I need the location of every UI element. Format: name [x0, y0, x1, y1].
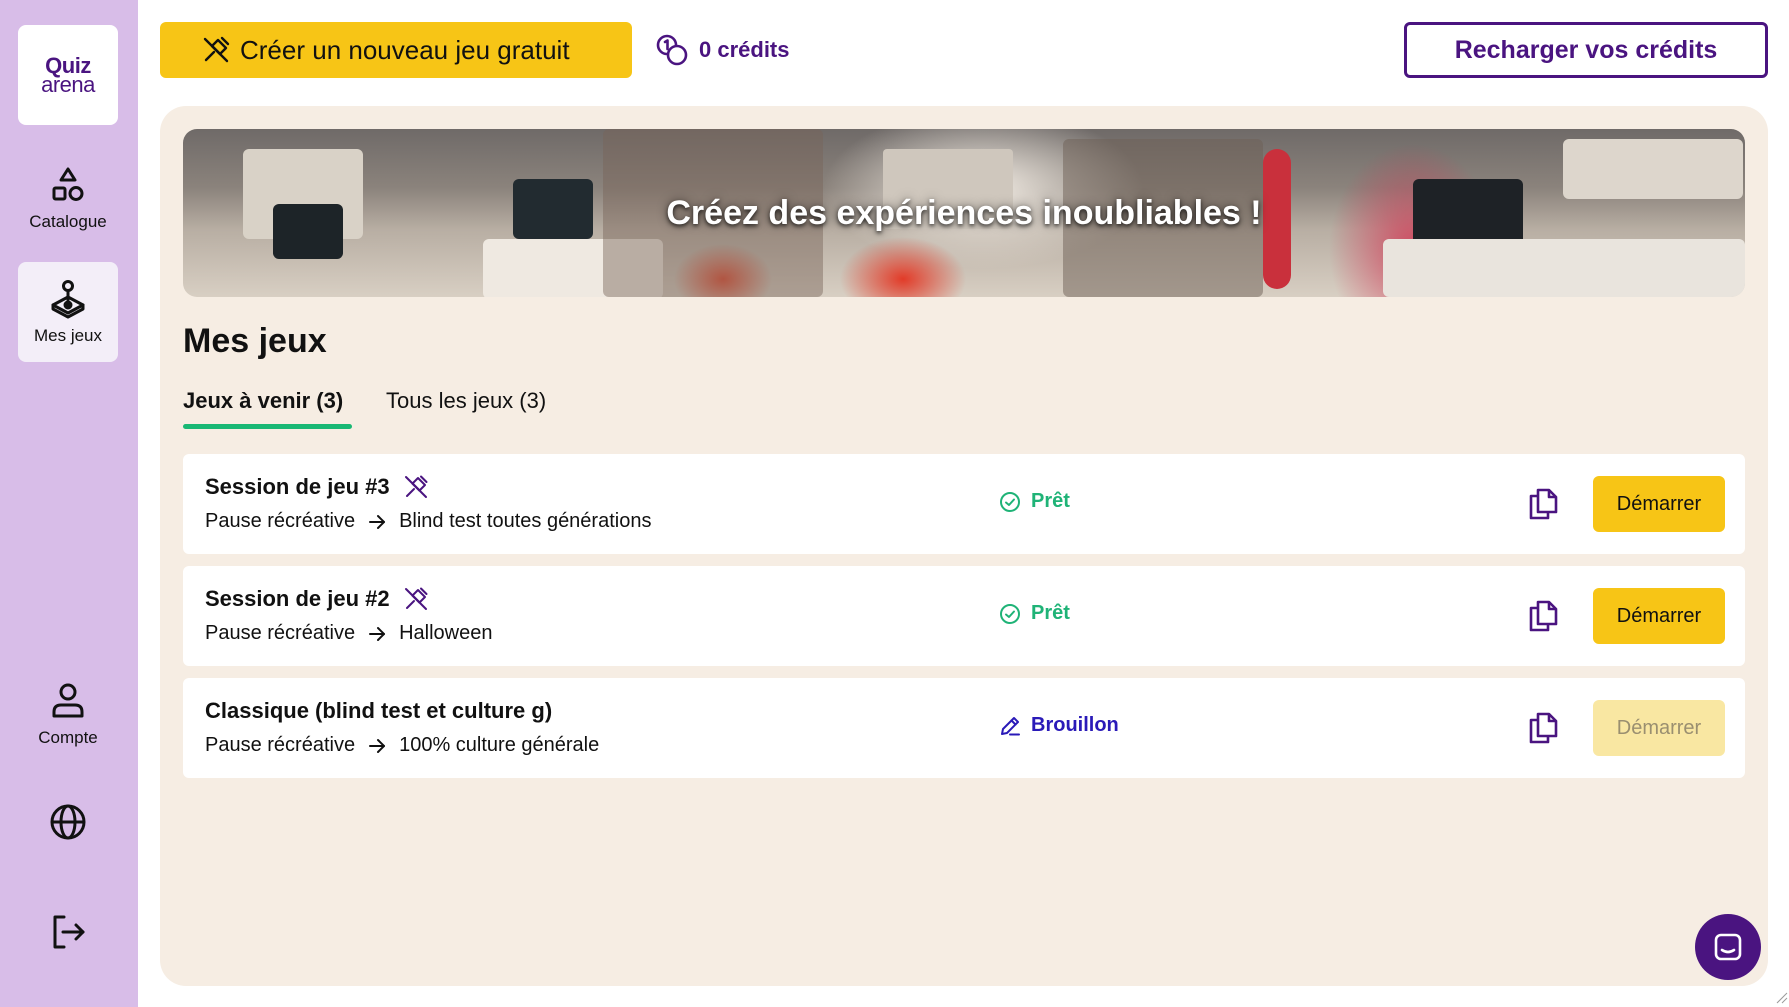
sidebar-item-compte[interactable]: Compte	[18, 664, 118, 764]
shapes-icon	[52, 167, 84, 201]
no-cost-icon	[404, 475, 428, 498]
arrow-right-icon	[369, 626, 386, 641]
page-title: Mes jeux	[183, 322, 327, 360]
no-cost-icon	[404, 587, 428, 610]
sidebar-item-label: Compte	[38, 728, 98, 747]
pencil-icon	[1001, 716, 1020, 735]
game-row: Classique (blind test et culture g) Paus…	[183, 678, 1745, 778]
sidebar-item-label: Catalogue	[29, 212, 107, 231]
status-badge: Brouillon	[999, 714, 1119, 737]
game-category: Pause récréative	[205, 734, 356, 756]
create-button-label: Créer un nouveau jeu gratuit	[240, 34, 570, 65]
status-label: Prêt	[1031, 490, 1070, 512]
game-category: Pause récréative	[205, 510, 356, 532]
sidebar-item-label: Mes jeux	[33, 326, 103, 345]
game-title: Session de jeu #2	[205, 586, 428, 612]
game-title-text: Session de jeu #2	[205, 586, 390, 611]
arrow-right-icon	[369, 738, 386, 753]
game-title-text: Classique (blind test et culture g)	[205, 698, 553, 723]
banner-title: Créez des expériences inoubliables !	[666, 193, 1262, 232]
sidebar: Quiz arena Catalogue Mes jeux Compte	[0, 0, 138, 1007]
create-free-game-button[interactable]: Créer un nouveau jeu gratuit	[160, 22, 632, 78]
game-theme: Blind test toutes générations	[399, 510, 652, 532]
duplicate-button[interactable]	[1525, 710, 1561, 746]
coins-icon	[656, 34, 688, 66]
active-tab-indicator	[183, 424, 352, 429]
resize-grip-icon[interactable]	[1774, 990, 1788, 1004]
start-button[interactable]: Démarrer	[1593, 588, 1725, 644]
game-title: Classique (blind test et culture g)	[205, 698, 552, 724]
game-subtitle: Pause récréative Halloween	[205, 622, 492, 645]
globe-icon	[50, 804, 86, 840]
game-title: Session de jeu #3	[205, 474, 428, 500]
copy-icon	[1529, 600, 1558, 632]
chat-launcher-button[interactable]	[1695, 914, 1761, 980]
status-label: Brouillon	[1031, 714, 1119, 736]
check-circle-icon	[1000, 603, 1020, 624]
game-subtitle: Pause récréative Blind test toutes génér…	[205, 510, 651, 533]
game-category: Pause récréative	[205, 622, 356, 644]
tab-all-games[interactable]: Tous les jeux (3)	[386, 388, 546, 414]
start-button[interactable]: Démarrer	[1593, 476, 1725, 532]
no-cost-icon	[203, 36, 230, 63]
joystick-icon	[51, 280, 85, 319]
status-badge: Prêt	[999, 490, 1070, 513]
logout-icon	[53, 915, 85, 949]
game-title-text: Session de jeu #3	[205, 474, 390, 499]
copy-icon	[1529, 488, 1558, 520]
credits-label: 0 crédits	[699, 37, 790, 62]
quiz-arena-logo[interactable]: Quiz arena	[18, 25, 118, 125]
logo-text-arena: arena	[41, 72, 95, 97]
game-row: Session de jeu #3 Pause récréative Blind…	[183, 454, 1745, 554]
start-button[interactable]: Démarrer	[1593, 700, 1725, 756]
copy-icon	[1529, 712, 1558, 744]
reload-credits-button[interactable]: Recharger vos crédits	[1404, 22, 1768, 78]
sidebar-item-catalogue[interactable]: Catalogue	[18, 148, 118, 248]
logout-button[interactable]	[44, 908, 92, 956]
status-label: Prêt	[1031, 602, 1070, 624]
chat-icon	[1714, 933, 1742, 961]
credits-counter: 0 crédits	[655, 32, 790, 68]
check-circle-icon	[1000, 491, 1020, 512]
duplicate-button[interactable]	[1525, 486, 1561, 522]
tab-upcoming-games[interactable]: Jeux à venir (3)	[183, 388, 343, 414]
arrow-right-icon	[369, 514, 386, 529]
user-icon	[52, 683, 84, 718]
language-button[interactable]	[44, 798, 92, 846]
game-row: Session de jeu #2 Pause récréative Hallo…	[183, 566, 1745, 666]
sidebar-item-mes-jeux[interactable]: Mes jeux	[18, 262, 118, 362]
game-theme: 100% culture générale	[399, 734, 600, 756]
game-theme: Halloween	[399, 622, 493, 644]
main-panel: Créez des expériences inoubliables ! Mes…	[160, 106, 1768, 986]
hero-banner: Créez des expériences inoubliables !	[183, 129, 1745, 297]
status-badge: Prêt	[999, 602, 1070, 625]
game-subtitle: Pause récréative 100% culture générale	[205, 734, 599, 757]
duplicate-button[interactable]	[1525, 598, 1561, 634]
